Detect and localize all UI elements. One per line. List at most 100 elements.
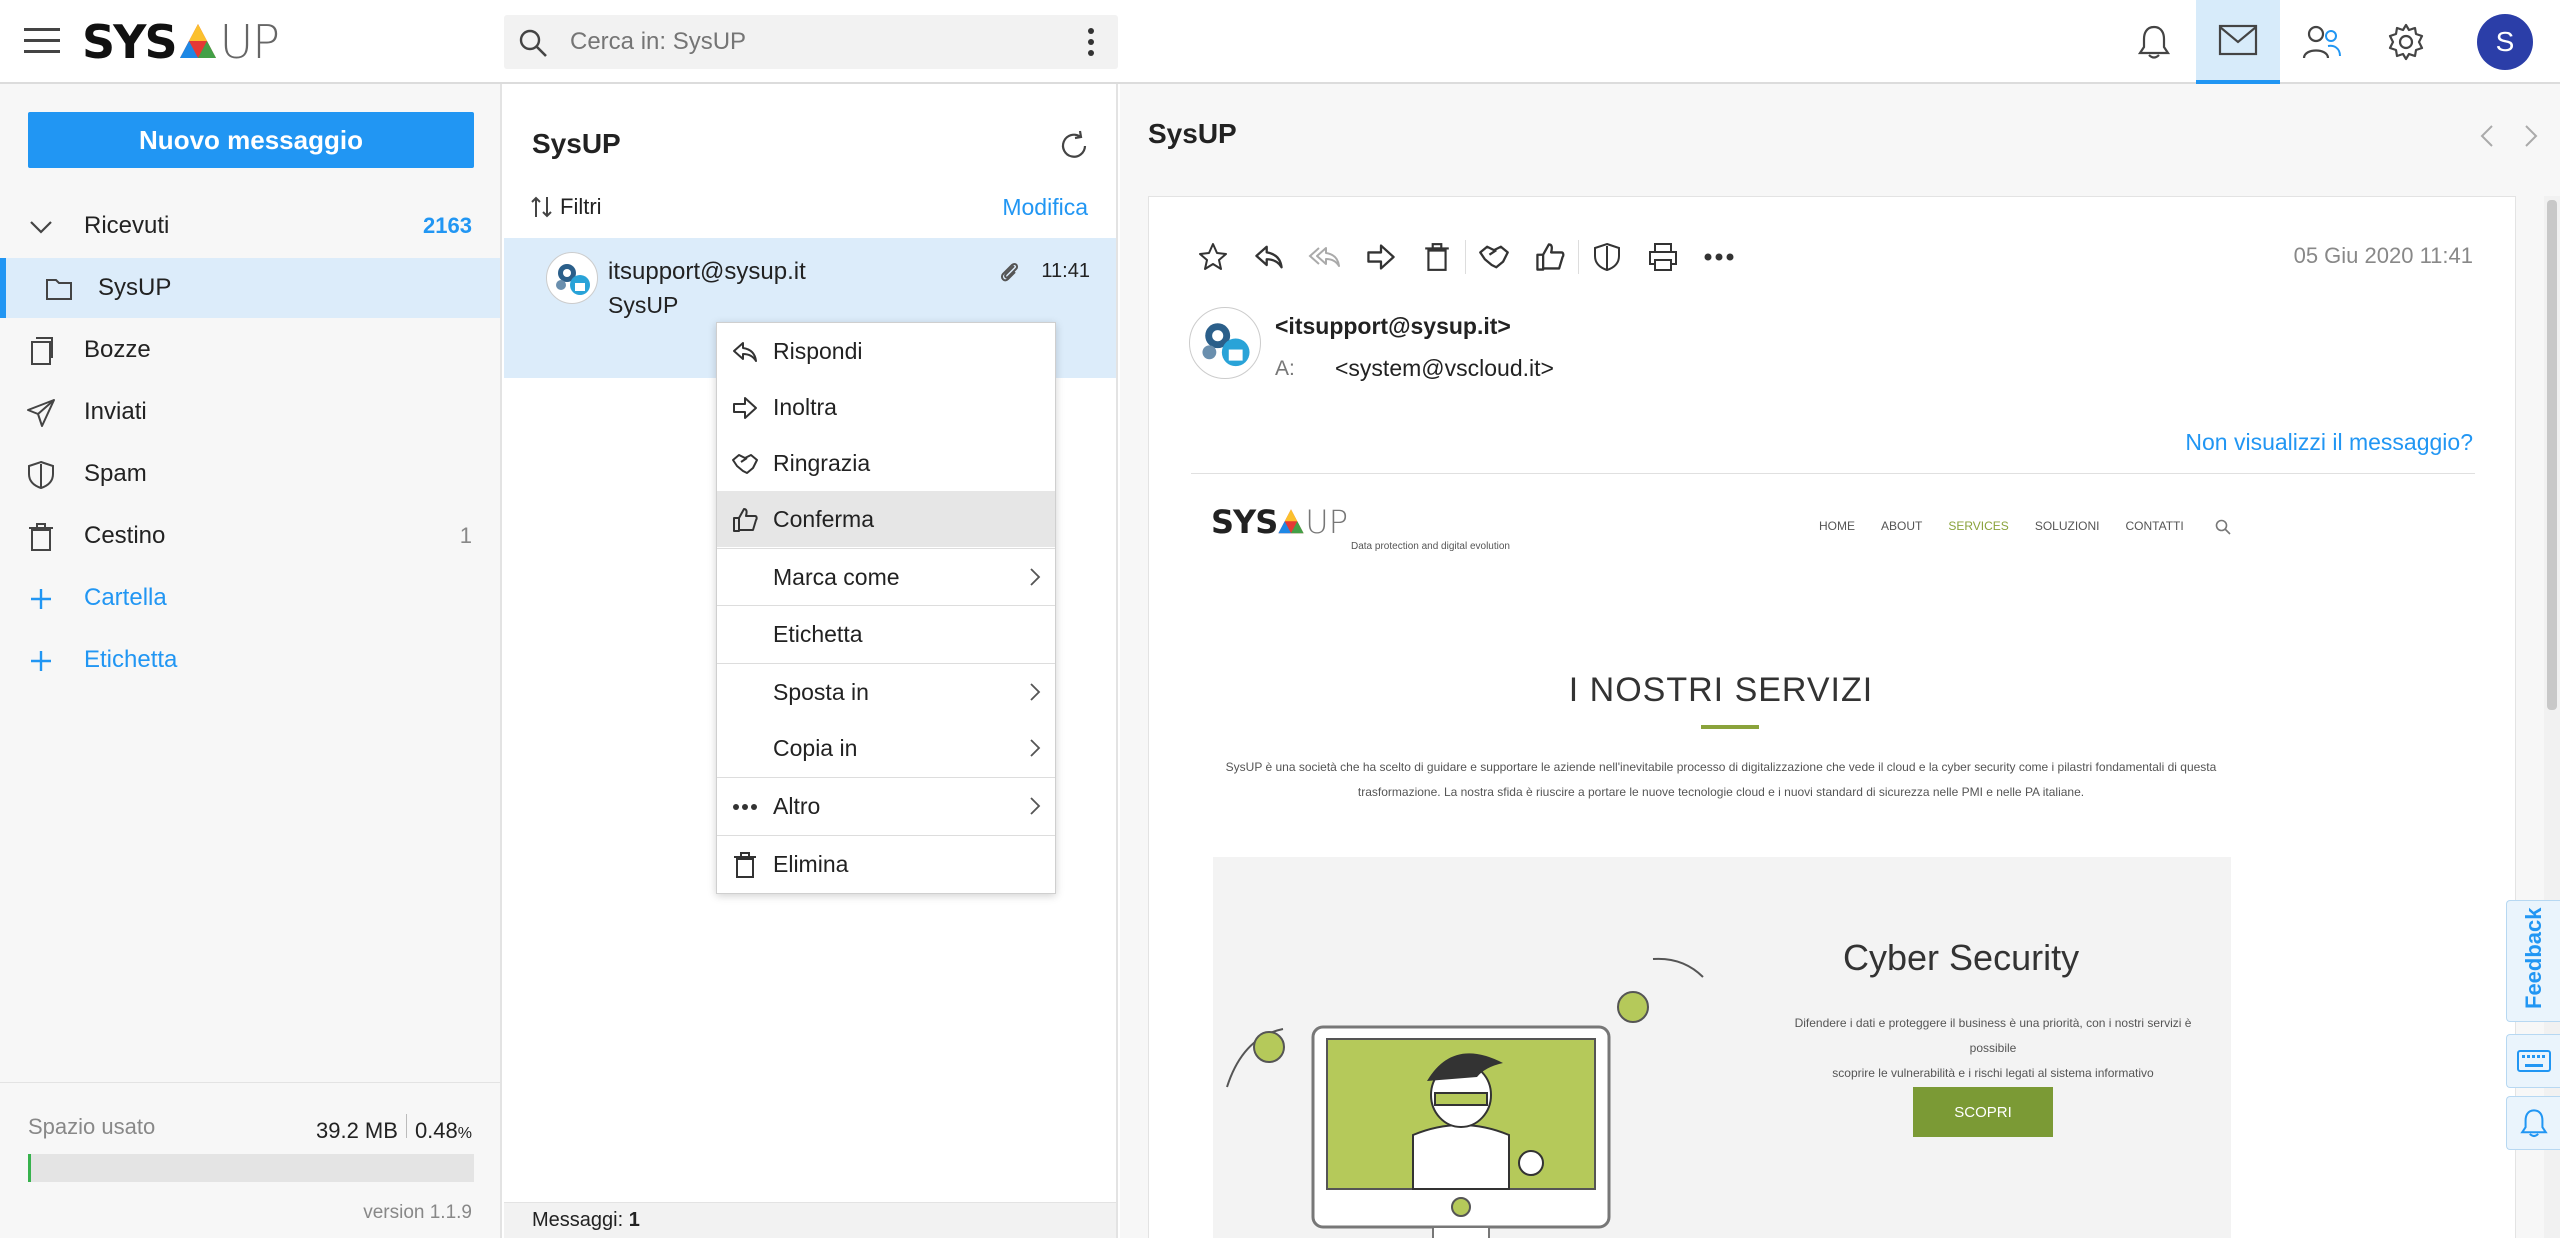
contacts-icon[interactable] (2280, 0, 2364, 84)
app-logo[interactable]: SYS UP (82, 14, 280, 70)
search-input[interactable] (570, 25, 1050, 59)
reply-icon (733, 342, 757, 362)
spam-button[interactable] (1579, 237, 1635, 277)
sidebar-item-label: Ricevuti (84, 212, 170, 239)
email-nav-item[interactable]: HOME (1819, 519, 1855, 533)
more-vertical-icon[interactable] (1086, 27, 1096, 57)
menu-item-ringrazia[interactable]: Ringrazia (717, 435, 1055, 491)
menu-item-conferma[interactable]: Conferma (717, 491, 1055, 547)
section-text: Difendere i dati e proteggere il busines… (1783, 1011, 2203, 1086)
sidebar-item-bozze[interactable]: Bozze (0, 320, 500, 380)
storage-progress-fill (28, 1154, 31, 1182)
thank-button[interactable] (1466, 237, 1522, 277)
more-actions-button[interactable] (1691, 237, 1747, 277)
thumbs-up-icon (733, 508, 758, 532)
chevron-down-icon[interactable] (26, 212, 56, 242)
email-logo-left: SYS (1211, 503, 1278, 541)
chevron-right-icon (1030, 683, 1041, 701)
view-in-browser-link[interactable]: Non visualizzi il messaggio? (2185, 429, 2473, 456)
app-version: version 1.1.9 (363, 1202, 472, 1223)
star-button[interactable] (1185, 237, 1241, 277)
email-nav-item[interactable]: ABOUT (1881, 519, 1922, 533)
mail-icon[interactable] (2196, 0, 2280, 84)
sidebar: Nuovo messaggio Ricevuti 2163 SysUP Bozz… (0, 84, 502, 1238)
menu-item-altro[interactable]: Altro (717, 778, 1055, 834)
sidebar-item-label: Cestino (84, 522, 166, 549)
forward-icon (1367, 244, 1395, 270)
menu-item-label: Inoltra (773, 393, 837, 420)
menu-item-label: Ringrazia (773, 449, 871, 476)
menu-item-inoltra[interactable]: Inoltra (717, 379, 1055, 435)
message-toolbar (1185, 237, 1747, 277)
gear-icon[interactable] (2364, 0, 2448, 84)
reading-pane: SysUP 05 Giu 2020 11:41 <itsupport@sysup… (1120, 84, 2560, 1238)
sidebar-item-cestino[interactable]: Cestino 1 (0, 506, 500, 566)
edit-link[interactable]: Modifica (1002, 194, 1088, 221)
menu-item-copia-in[interactable]: Copia in (717, 720, 1055, 776)
sidebar-item-label: SysUP (98, 274, 172, 301)
sidebar-item-add-cartella[interactable]: Cartella (0, 568, 500, 628)
previous-message-icon[interactable] (2480, 124, 2494, 148)
menu-item-etichetta[interactable]: Etichetta (717, 606, 1055, 662)
unread-count: 2163 (423, 213, 472, 238)
keyboard-icon (2516, 1050, 2551, 1072)
notifications-side-button[interactable] (2506, 1096, 2560, 1150)
user-avatar[interactable]: S (2477, 14, 2533, 70)
email-paragraph-line: trasformazione. La nostra sfida è riusci… (1357, 785, 2085, 799)
menu-item-elimina[interactable]: Elimina (717, 836, 1055, 892)
reply-all-button[interactable] (1297, 237, 1353, 277)
sidebar-item-sysup[interactable]: SysUP (0, 258, 500, 318)
more-icon (1704, 253, 1734, 261)
menu-item-label: Etichetta (773, 620, 863, 647)
folder-icon (46, 279, 72, 300)
top-bar: SYS UP S (0, 0, 2560, 84)
scrollbar-thumb[interactable] (2547, 200, 2557, 710)
search-bar (504, 15, 1118, 69)
reply-button[interactable] (1241, 237, 1297, 277)
next-message-icon[interactable] (2524, 124, 2538, 148)
logo-triangle-icon (179, 24, 216, 58)
keyboard-shortcuts-button[interactable] (2506, 1034, 2560, 1088)
trash-icon (29, 523, 53, 551)
new-message-button[interactable]: Nuovo messaggio (28, 112, 474, 168)
menu-item-label: Marca come (773, 563, 900, 590)
send-icon (27, 399, 55, 427)
email-logo: SYS UP (1211, 503, 1348, 541)
filters-button[interactable]: Filtri (530, 194, 602, 220)
email-nav-item-active[interactable]: SERVICES (1948, 519, 2008, 533)
sidebar-item-inviati[interactable]: Inviati (0, 382, 500, 442)
recipient-address[interactable]: <system@vscloud.it> (1335, 355, 1554, 382)
sidebar-item-ricevuti[interactable]: Ricevuti 2163 (0, 196, 500, 256)
sidebar-item-add-etichetta[interactable]: Etichetta (0, 630, 500, 690)
forward-button[interactable] (1353, 237, 1409, 277)
bell-icon[interactable] (2112, 0, 2196, 84)
trash-count: 1 (459, 523, 472, 548)
delete-button[interactable] (1409, 237, 1465, 277)
plus-icon (31, 589, 51, 609)
feedback-label: Feedback (2521, 907, 2546, 1010)
logo-text-left: SYS (82, 15, 178, 69)
sidebar-item-spam[interactable]: Spam (0, 444, 500, 504)
email-nav-item[interactable]: CONTATTI (2126, 519, 2184, 533)
cyber-security-illustration (1226, 957, 1704, 1238)
sender-avatar (546, 252, 598, 304)
sender-address[interactable]: <itsupport@sysup.it> (1275, 313, 1511, 340)
message-count-value: 1 (628, 1209, 640, 1231)
menu-item-rispondi[interactable]: Rispondi (717, 323, 1055, 379)
print-button[interactable] (1635, 237, 1691, 277)
sender-avatar (1189, 307, 1261, 379)
storage-separator (405, 1114, 407, 1138)
email-nav-item[interactable]: SOLUZIONI (2035, 519, 2100, 533)
heading-underline (1701, 725, 1759, 729)
refresh-icon[interactable] (1058, 130, 1090, 162)
search-icon (519, 29, 547, 57)
message-card: 05 Giu 2020 11:41 <itsupport@sysup.it> A… (1148, 196, 2516, 1238)
confirm-button[interactable] (1522, 237, 1578, 277)
header-divider (1191, 473, 2475, 474)
feedback-button[interactable]: Feedback (2506, 900, 2560, 1022)
menu-item-sposta-in[interactable]: Sposta in (717, 664, 1055, 720)
hamburger-menu-icon[interactable] (24, 26, 60, 56)
menu-item-marca-come[interactable]: Marca come (717, 549, 1055, 605)
message-count-label: Messaggi: (532, 1209, 624, 1231)
discover-button[interactable]: SCOPRI (1913, 1087, 2053, 1137)
